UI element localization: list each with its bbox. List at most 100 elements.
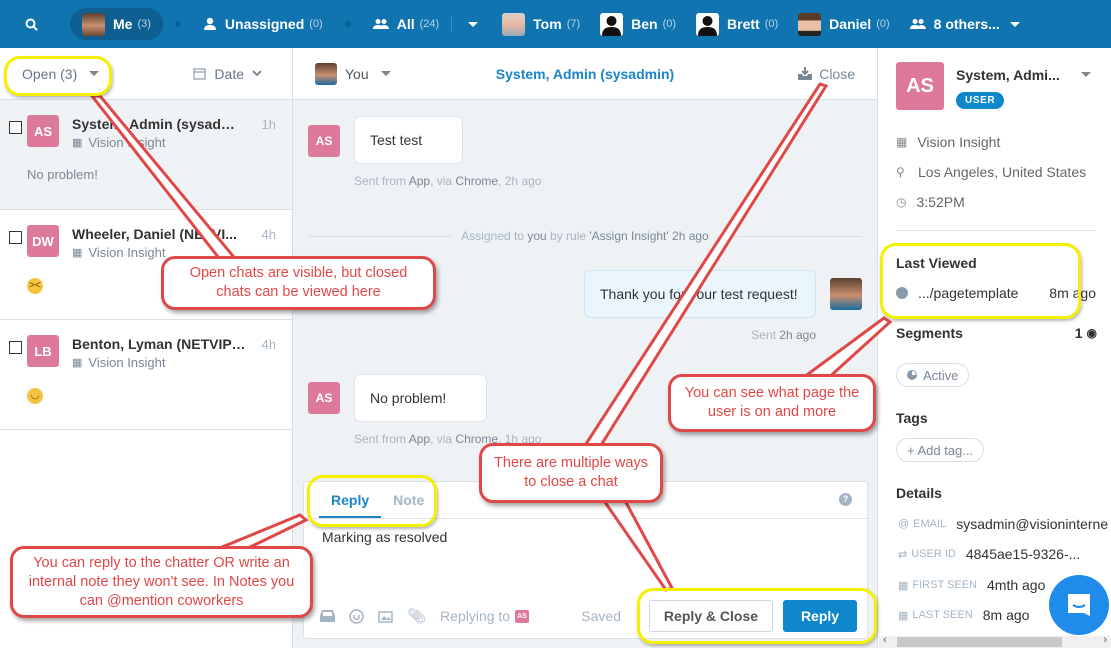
filter-label: Tom [533,16,562,32]
messenger-launcher-button[interactable] [1049,575,1109,635]
company-name: Vision Insight [88,135,166,150]
segments-heading: Segments [896,325,963,341]
filter-count: (0) [309,18,323,30]
filter-ben[interactable]: Ben (0) [590,8,686,40]
people-icon [372,19,389,29]
chevron-down-icon [252,70,262,77]
segment-pill[interactable]: Active [896,363,970,387]
assignee-label: You [345,65,369,82]
select-checkbox[interactable] [9,121,22,134]
segments-toggle[interactable]: 1 ◉ [1075,325,1097,341]
detail-last-seen: ▦ LAST SEEN 8m ago [898,607,1030,623]
smiley-emoji-icon: ◡ [27,388,43,404]
chevron-down-icon [1009,21,1020,27]
message-bubble: Test test [354,116,463,164]
company-name: Vision Insight [88,245,166,260]
conversation-item[interactable]: LB Benton, Lyman (NETVIP ... 4h ▦ Vision … [0,320,292,430]
filter-label: Brett [727,16,760,32]
detail-first-seen: ▦ FIRST SEEN 4mth ago [898,577,1046,593]
image-icon[interactable] [378,610,393,623]
filter-others[interactable]: 8 others... [900,8,1030,40]
conversation-item[interactable]: AS System, Admin (sysadmin) 1h ▦ Vision I… [0,100,292,210]
inbox-icon[interactable] [320,610,335,622]
filter-label: All [396,16,415,32]
recipient-avatar: AS [515,609,529,623]
highlight-last-viewed [880,243,1081,319]
detail-user-id: ⇄ USER ID 4845ae15-9326-... [898,546,1081,562]
message-meta: Sent from App, via Chrome, 2h ago [354,174,542,188]
conversation-panel: You System, Admin (sysadmin) Close AS Te… [293,48,878,648]
avatar: AS [308,125,340,157]
close-conversation-button[interactable]: Close [797,66,855,82]
profile-local-time: ◷ 3:52PM [896,194,965,210]
conversation-header: You System, Admin (sysadmin) Close [293,48,877,100]
company: ▦ Vision Insight [72,355,166,370]
company-name: Vision Insight [88,355,166,370]
filter-label: Ben [631,16,658,32]
message: Thank you for your test request! Sent 2h… [584,270,862,342]
contact-name: Benton, Lyman (NETVIP ... [72,336,247,352]
all-dropdown[interactable] [454,8,492,40]
assignee-dropdown[interactable]: You [315,62,391,85]
inbox-download-icon [798,67,813,80]
top-nav-bar: Me (3) Unassigned (0) All (24) Tom (7) Ben (0… [0,0,1111,48]
avatar [82,12,105,36]
calendar-icon [193,68,206,80]
select-checkbox[interactable] [9,341,22,354]
profile-panel: AS System, Admi... USER ▦ Vision Insight … [879,48,1111,648]
avatar: AS [308,382,340,414]
divider [896,230,1096,231]
chevron-down-icon [468,21,479,27]
filter-unassigned[interactable]: Unassigned (0) [193,8,333,40]
horizontal-scrollbar[interactable]: ‹ › [879,634,1111,648]
search-button[interactable] [0,18,62,31]
paperclip-icon[interactable]: 📎︎ [407,607,426,625]
avatar [696,12,720,36]
scrollbar-thumb[interactable] [897,637,1062,647]
avatar [502,12,526,36]
filter-all[interactable]: All (24) [363,8,449,40]
timestamp: 1h [261,117,276,132]
filter-count: (0) [764,18,779,30]
highlight-status-filter [4,56,112,96]
timestamp: 4h [261,227,276,242]
company: ▦ Vision Insight [72,135,166,150]
highlight-composer-tabs [307,475,437,527]
avatar: DW [27,225,59,257]
add-tag-button[interactable]: + Add tag... [896,438,985,462]
calendar-icon: ▦ [898,609,909,622]
filter-daniel[interactable]: Daniel (0) [788,8,899,40]
clock-icon: ◷ [896,195,907,209]
detail-email: @ EMAIL sysadmin@visioninterne [898,516,1109,532]
system-event-text: Assigned to you by rule 'Assign Insight'… [461,229,709,243]
message-meta: Sent 2h ago [751,328,816,342]
chat-bubble-icon [1068,594,1090,616]
annotation-callout: Open chats are visible, but closed chats… [161,256,436,310]
filter-label: Unassigned [224,16,305,32]
sort-dropdown[interactable]: Date [193,66,262,82]
profile-location: ⚲ Los Angeles, United States [896,164,1087,180]
profile-avatar: AS [896,62,944,110]
message: AS Test test Sent from App, via Chrome, … [308,116,541,188]
help-icon[interactable]: ? [839,493,852,506]
chevron-down-icon [380,71,391,76]
filter-label: Me [113,16,133,32]
avatar [600,12,624,36]
profile-menu-chevron-icon[interactable] [1081,72,1091,77]
tired-face-emoji-icon: >< [27,278,43,294]
filter-brett[interactable]: Brett (0) [686,8,788,40]
select-checkbox[interactable] [9,231,22,244]
contact-name: Wheeler, Daniel (NETVI... [72,226,237,242]
message-input[interactable]: Marking as resolved [304,519,867,589]
filter-tom[interactable]: Tom (7) [492,8,590,40]
filter-me[interactable]: Me (3) [70,8,163,40]
close-label: Close [819,65,855,82]
details-heading: Details [896,485,942,501]
emoji-icon[interactable] [349,608,364,624]
building-icon: ▦ [896,135,908,149]
sort-label: Date [214,65,244,82]
calendar-icon: ▦ [898,579,909,592]
building-icon: ▦ [72,137,83,149]
search-icon [25,18,38,31]
eye-icon: ◉ [1086,326,1097,340]
